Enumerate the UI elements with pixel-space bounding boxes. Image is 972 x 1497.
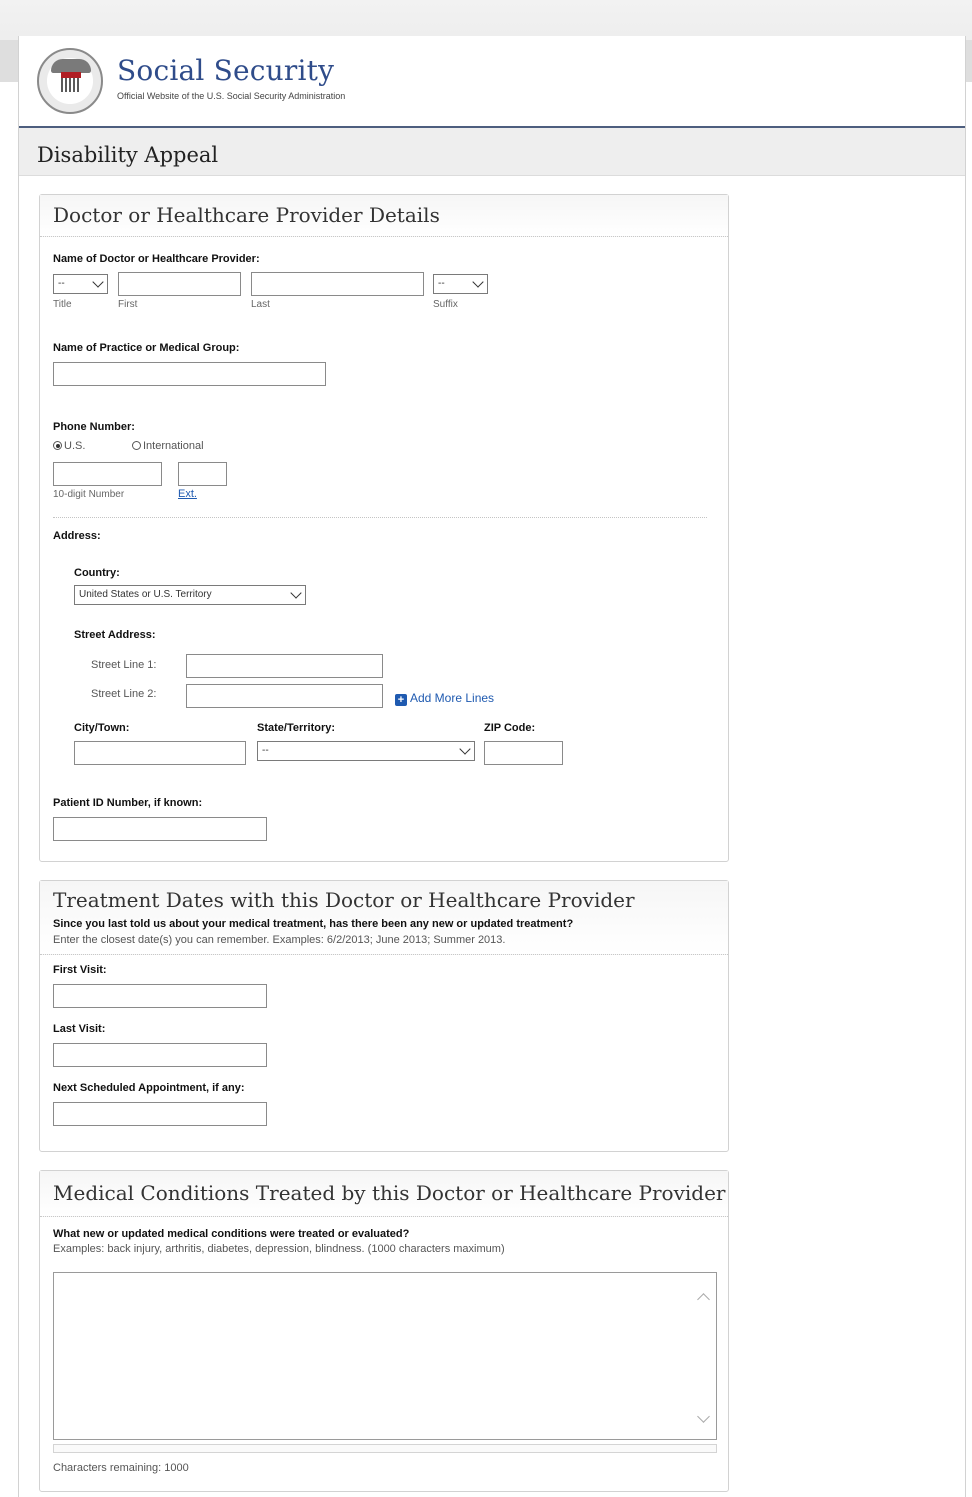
country-select-value: United States or U.S. Territory: [79, 589, 212, 600]
page-container: Social Security Official Website of the …: [18, 36, 966, 1497]
add-more-lines-label: Add More Lines: [410, 691, 495, 705]
card-title: Medical Conditions Treated by this Docto…: [53, 1181, 726, 1205]
provider-name-label: Name of Doctor or Healthcare Provider:: [53, 253, 260, 265]
radio-selected-icon[interactable]: [53, 441, 62, 450]
first-visit-input[interactable]: [53, 984, 267, 1008]
phone-us-label: U.S.: [64, 440, 86, 452]
chevron-down-icon: [459, 743, 471, 755]
phone-number-caption: 10-digit Number: [53, 489, 125, 500]
chars-remaining-value: 1000: [164, 1462, 189, 1474]
card-header: Doctor or Healthcare Provider Details: [40, 195, 728, 237]
textarea-resize-bar[interactable]: [53, 1444, 717, 1453]
chars-remaining-label: Characters remaining:: [53, 1462, 162, 1474]
phone-intl-label: International: [143, 440, 204, 452]
street-line1-input[interactable]: [186, 654, 383, 678]
card-header: Medical Conditions Treated by this Docto…: [40, 1171, 728, 1217]
country-label: Country:: [74, 567, 120, 579]
phone-number-input[interactable]: [53, 462, 162, 486]
phone-ext-link[interactable]: Ext.: [178, 488, 197, 500]
last-caption: Last: [251, 299, 270, 310]
state-label: State/Territory:: [257, 722, 336, 734]
site-title[interactable]: Social Security: [117, 54, 334, 87]
first-visit-label: First Visit:: [53, 964, 107, 976]
title-select-value: --: [58, 278, 65, 289]
conditions-textarea[interactable]: [53, 1272, 717, 1440]
zip-label: ZIP Code:: [484, 722, 536, 734]
patient-id-label: Patient ID Number, if known:: [53, 797, 203, 809]
patient-id-input[interactable]: [53, 817, 267, 841]
practice-input[interactable]: [53, 362, 326, 386]
next-appointment-label: Next Scheduled Appointment, if any:: [53, 1082, 245, 1094]
section-divider: [53, 517, 707, 518]
last-visit-input[interactable]: [53, 1043, 267, 1067]
country-select[interactable]: United States or U.S. Territory: [74, 585, 306, 605]
zip-input[interactable]: [484, 741, 563, 765]
address-label: Address:: [53, 530, 101, 542]
add-more-lines-button[interactable]: + Add More Lines: [395, 691, 494, 706]
suffix-caption: Suffix: [433, 299, 458, 310]
suffix-select-value: --: [438, 278, 445, 289]
state-select-value: --: [262, 745, 269, 756]
plus-icon: +: [395, 694, 407, 706]
radio-unselected-icon[interactable]: [132, 441, 141, 450]
site-header: Social Security Official Website of the …: [19, 36, 965, 127]
card-title: Doctor or Healthcare Provider Details: [53, 203, 440, 227]
city-label: City/Town:: [74, 722, 130, 734]
medical-conditions-card: Medical Conditions Treated by this Docto…: [39, 1170, 729, 1492]
state-select[interactable]: --: [257, 741, 475, 761]
treatment-dates-card: Treatment Dates with this Doctor or Heal…: [39, 880, 729, 1152]
ssa-seal-icon[interactable]: [37, 48, 103, 114]
card-header: Treatment Dates with this Doctor or Heal…: [40, 881, 728, 955]
provider-details-card: Doctor or Healthcare Provider Details Na…: [39, 194, 729, 862]
characters-remaining: Characters remaining: 1000: [53, 1462, 189, 1474]
street-line1-label: Street Line 1:: [91, 659, 157, 671]
treatment-question: Since you last told us about your medica…: [53, 918, 574, 930]
practice-label: Name of Practice or Medical Group:: [53, 342, 240, 354]
page-title: Disability Appeal: [37, 143, 219, 167]
scroll-down-icon[interactable]: [697, 1410, 710, 1423]
chevron-down-icon: [472, 276, 484, 288]
title-select[interactable]: --: [53, 274, 108, 294]
phone-intl-option[interactable]: International: [132, 440, 204, 452]
city-input[interactable]: [74, 741, 246, 765]
suffix-select[interactable]: --: [433, 274, 488, 294]
phone-ext-input[interactable]: [178, 462, 227, 486]
phone-label: Phone Number:: [53, 421, 135, 433]
card-title: Treatment Dates with this Doctor or Heal…: [53, 888, 635, 912]
phone-us-option[interactable]: U.S.: [53, 440, 85, 452]
conditions-hint: Examples: back injury, arthritis, diabet…: [53, 1243, 505, 1255]
next-appointment-input[interactable]: [53, 1102, 267, 1126]
last-visit-label: Last Visit:: [53, 1023, 106, 1035]
site-subtitle: Official Website of the U.S. Social Secu…: [117, 91, 346, 101]
scroll-up-icon[interactable]: [697, 1293, 710, 1306]
street-address-label: Street Address:: [74, 629, 156, 641]
last-name-input[interactable]: [251, 272, 424, 296]
first-caption: First: [118, 299, 138, 310]
treatment-hint: Enter the closest date(s) you can rememb…: [53, 934, 506, 946]
street-line2-label: Street Line 2:: [91, 688, 157, 700]
conditions-question: What new or updated medical conditions w…: [53, 1228, 410, 1240]
street-line2-input[interactable]: [186, 684, 383, 708]
chevron-down-icon: [92, 276, 104, 288]
title-caption: Title: [53, 299, 72, 310]
first-name-input[interactable]: [118, 272, 241, 296]
chevron-down-icon: [290, 587, 302, 599]
